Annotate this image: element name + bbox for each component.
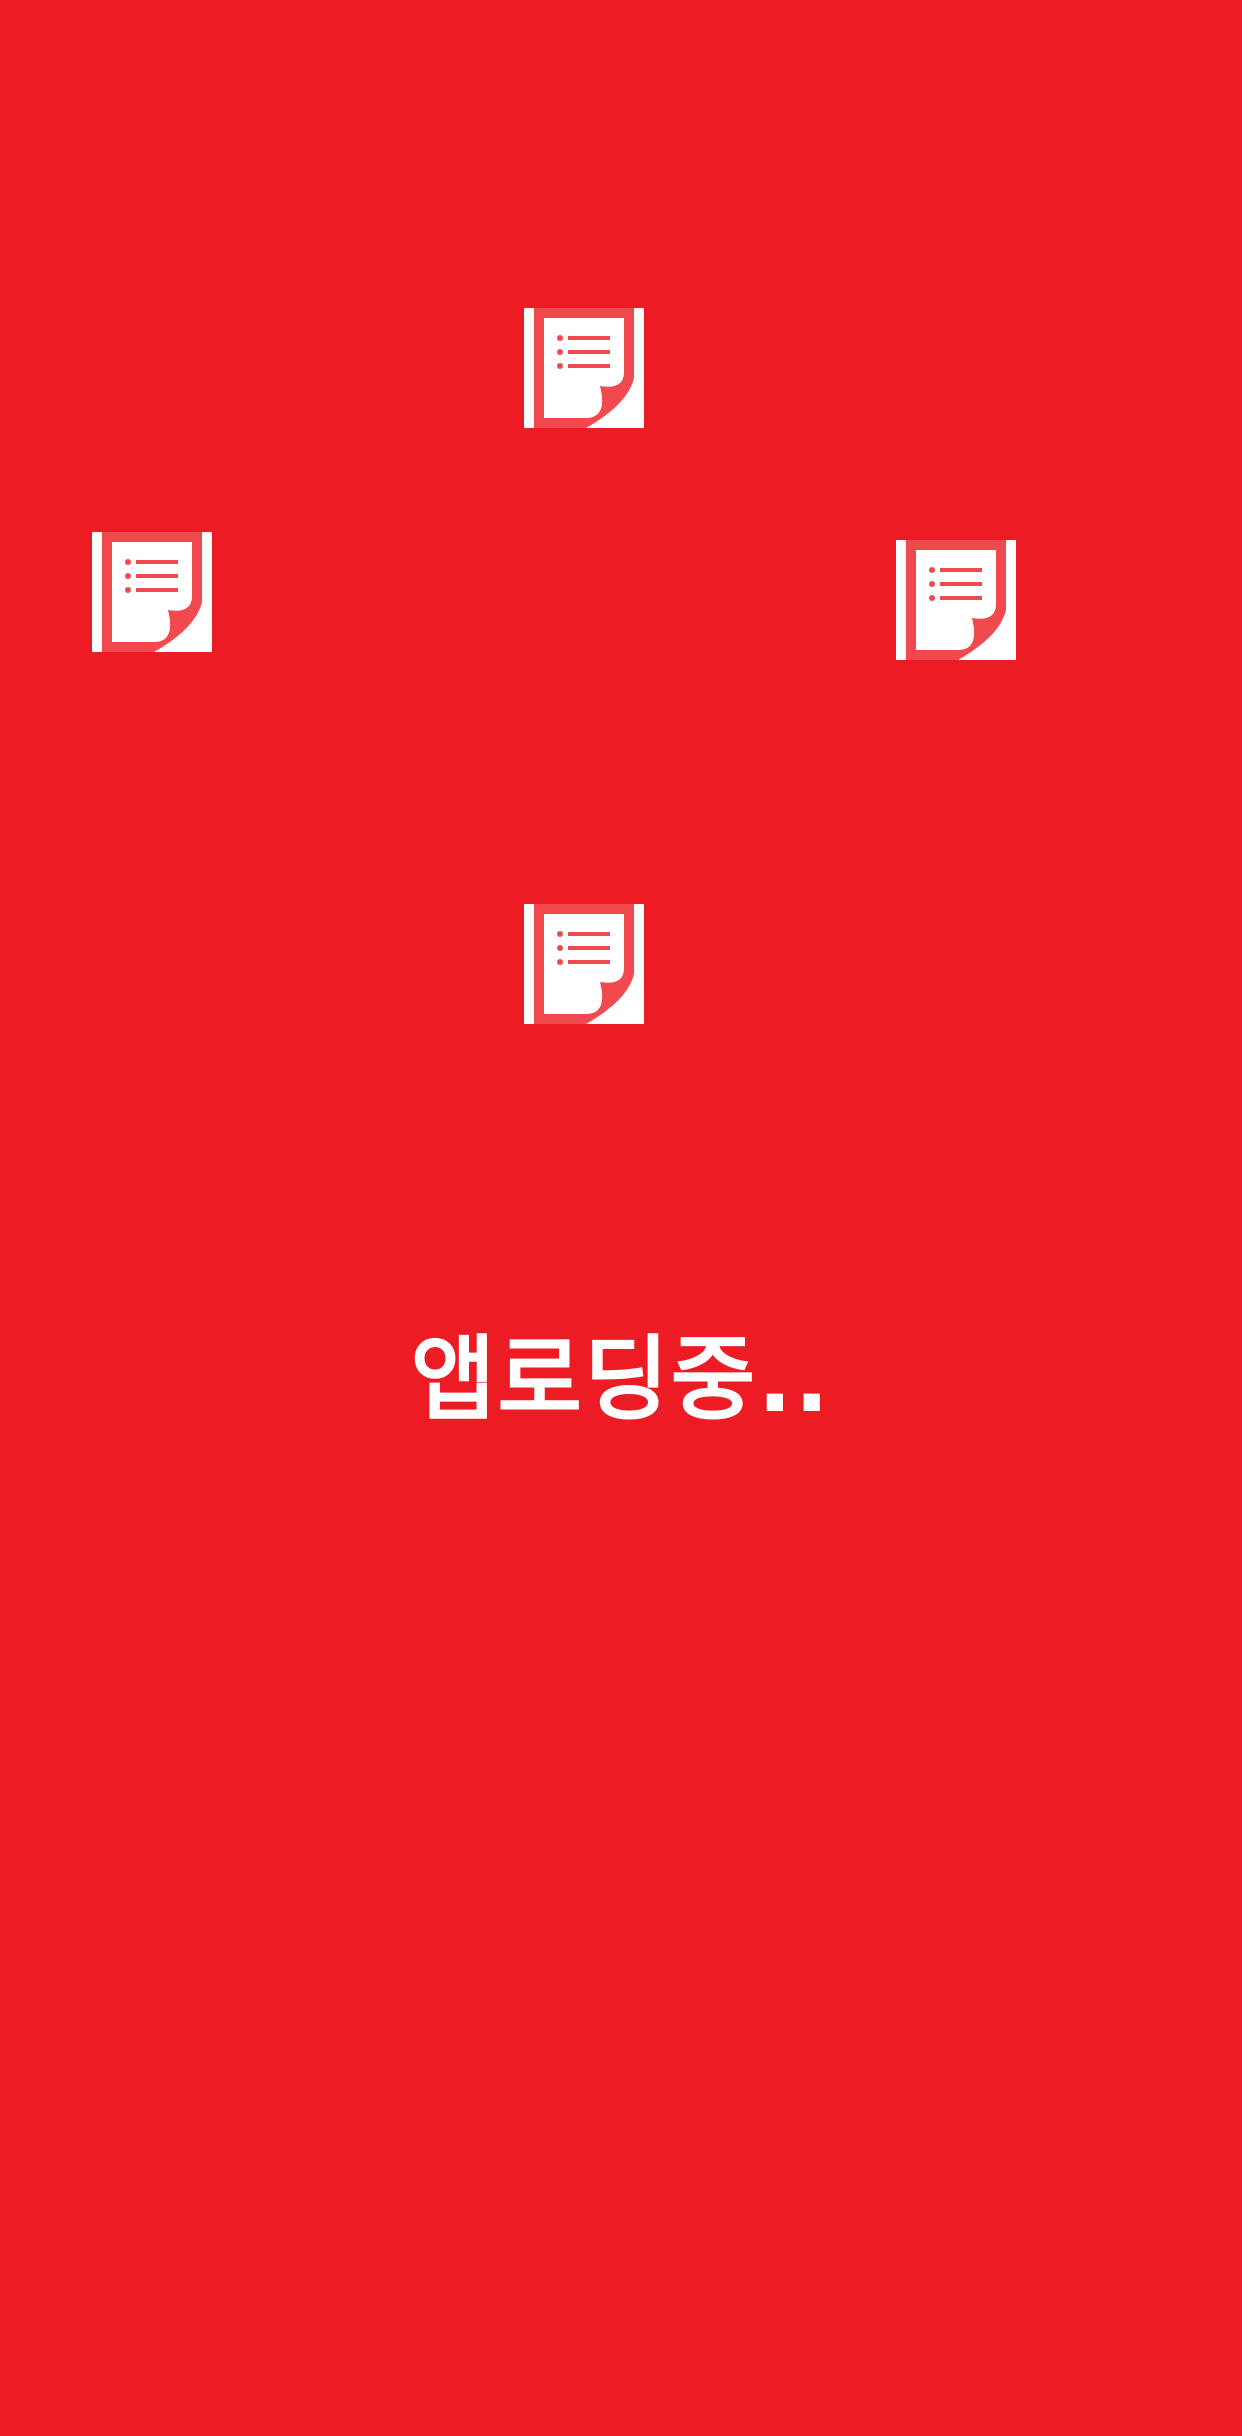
document-list-icon: [524, 308, 644, 428]
document-list-icon: [92, 532, 212, 652]
loading-message: 앱로딩중..: [410, 1326, 832, 1433]
document-list-icon: [524, 904, 644, 1024]
document-list-icon: [896, 540, 1016, 660]
splash-screen: 앱로딩중..: [0, 0, 1242, 2436]
